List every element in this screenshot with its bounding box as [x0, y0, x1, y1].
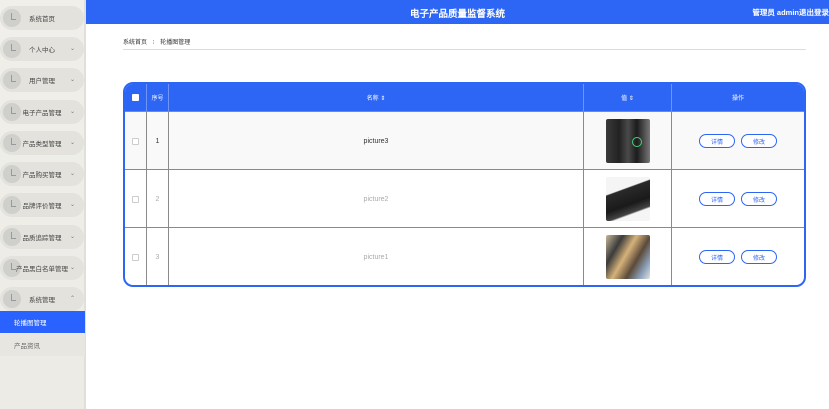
- detail-button[interactable]: 详情: [699, 134, 735, 148]
- product-image: [605, 177, 650, 221]
- sidebar-subitem-carousel[interactable]: 轮播图管理: [0, 311, 85, 333]
- row-actions: 详情 修改: [672, 228, 804, 285]
- divider: [123, 49, 806, 50]
- sidebar-item-home[interactable]: 系统首页: [0, 6, 84, 30]
- row-index: 2: [147, 170, 169, 228]
- breadcrumb-home[interactable]: 系统首页: [123, 40, 147, 46]
- row-checkbox[interactable]: [132, 137, 139, 145]
- breadcrumb: 系统首页 ⁝ 轮播图管理: [123, 37, 190, 46]
- chevron-down-icon: ⌄: [69, 265, 75, 271]
- product-image: [605, 119, 650, 163]
- row-value-cell: [584, 228, 672, 285]
- select-all-cell: [125, 84, 147, 111]
- sidebar-item-blacklist[interactable]: 产品黑白名单管理 ⌄: [0, 256, 84, 280]
- sidebar-subitem-label: 产品资讯: [14, 343, 40, 350]
- row-value-cell: [584, 112, 672, 170]
- chevron-down-icon: ⌄: [69, 77, 75, 83]
- row-select-cell: [125, 228, 147, 285]
- sidebar-item-system[interactable]: 系统管理 ⌃: [0, 287, 84, 311]
- chevron-down-icon: ⌄: [69, 171, 75, 177]
- current-user: 管理员 admin: [752, 8, 799, 17]
- table-row: 3 picture1 详情 修改: [125, 227, 804, 285]
- sidebar-item-products[interactable]: 电子产品管理 ⌄: [0, 100, 84, 124]
- row-select-cell: [125, 170, 147, 228]
- app-title: 电子产品质量监督系统: [409, 9, 505, 20]
- row-name: picture2: [169, 170, 584, 228]
- logout-link[interactable]: 退出登录: [799, 7, 829, 18]
- col-header-index: 序号: [147, 84, 169, 111]
- chevron-down-icon: ⌄: [69, 46, 75, 52]
- breadcrumb-current: 轮播图管理: [160, 40, 191, 46]
- product-image: [605, 235, 650, 279]
- sidebar-item-product-types[interactable]: 产品类型管理 ⌄: [0, 131, 84, 155]
- sidebar-item-quality-tracking[interactable]: 品质追踪管理 ⌄: [0, 225, 84, 249]
- top-header: 电子产品质量监督系统 管理员 admin 退出登录: [86, 0, 829, 24]
- detail-button[interactable]: 详情: [699, 192, 735, 206]
- row-name: picture1: [169, 228, 584, 285]
- row-actions: 详情 修改: [672, 112, 804, 170]
- chevron-down-icon: ⌄: [69, 202, 75, 208]
- sidebar-item-profile[interactable]: 个人中心 ⌄: [0, 37, 84, 61]
- sidebar-item-brand-reviews[interactable]: 品牌评价管理 ⌄: [0, 193, 84, 217]
- row-index: 1: [147, 112, 169, 170]
- chevron-down-icon: ⌄: [69, 234, 75, 240]
- chevron-up-icon: ⌃: [69, 296, 75, 302]
- row-select-cell: [125, 112, 147, 170]
- col-header-name[interactable]: 名称 ⇕: [169, 84, 584, 111]
- sidebar: 系统首页 个人中心 ⌄ 用户管理 ⌄ 电子产品管理 ⌄ 产品类型管理 ⌄ 产品购…: [0, 0, 86, 409]
- sidebar-subitem-label: 轮播图管理: [14, 320, 47, 327]
- sidebar-item-purchases[interactable]: 产品购买管理 ⌄: [0, 162, 84, 186]
- table-header: 序号 名称 ⇕ 值 ⇕ 操作: [125, 84, 804, 111]
- edit-button[interactable]: 修改: [741, 134, 777, 148]
- sidebar-item-label: 系统首页: [29, 16, 55, 23]
- row-index: 3: [147, 228, 169, 285]
- row-checkbox[interactable]: [132, 195, 139, 203]
- table-row: 1 picture3 详情 修改: [125, 111, 804, 170]
- chevron-down-icon: ⌄: [69, 109, 75, 115]
- col-header-actions: 操作: [731, 96, 744, 102]
- breadcrumb-separator: ⁝: [152, 40, 155, 46]
- row-actions: 详情 修改: [672, 170, 804, 228]
- data-table: 序号 名称 ⇕ 值 ⇕ 操作 1 picture3 详情 修改 2 pictur…: [123, 82, 806, 287]
- table-row: 2 picture2 详情 修改: [125, 169, 804, 228]
- detail-button[interactable]: 详情: [699, 250, 735, 264]
- row-name: picture3: [169, 112, 584, 170]
- sidebar-item-users[interactable]: 用户管理 ⌄: [0, 68, 84, 92]
- row-checkbox[interactable]: [132, 253, 139, 261]
- select-all-checkbox[interactable]: [132, 94, 139, 101]
- chevron-down-icon: ⌄: [69, 140, 75, 146]
- edit-button[interactable]: 修改: [741, 250, 777, 264]
- sidebar-subitem-news[interactable]: 产品资讯: [0, 334, 85, 356]
- col-header-value[interactable]: 值 ⇕: [584, 84, 672, 111]
- edit-button[interactable]: 修改: [741, 192, 777, 206]
- row-value-cell: [584, 170, 672, 228]
